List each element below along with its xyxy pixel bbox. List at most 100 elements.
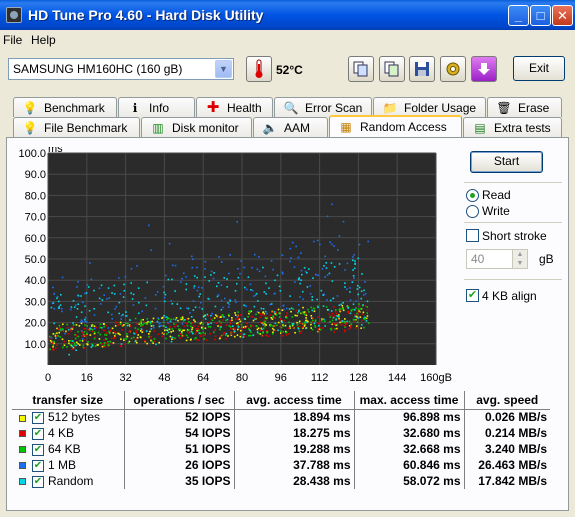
scatter-point (216, 316, 219, 319)
scatter-point (333, 323, 336, 325)
scatter-point (352, 275, 355, 277)
read-radio[interactable] (466, 189, 479, 202)
series-visible-checkbox[interactable]: ✔ (32, 459, 44, 472)
write-radio[interactable] (466, 205, 479, 218)
scatter-point (262, 311, 265, 313)
scatter-point (193, 319, 195, 321)
scatter-point (232, 325, 234, 327)
scatter-point (357, 317, 359, 319)
maximize-button[interactable]: □ (530, 5, 551, 26)
close-button[interactable]: ✕ (552, 5, 573, 26)
scatter-point (86, 325, 89, 327)
scatter-point (93, 331, 96, 333)
scatter-point (126, 322, 129, 325)
save-icon[interactable] (409, 56, 435, 82)
scatter-point (234, 289, 237, 292)
options-gear-icon[interactable] (440, 56, 466, 82)
scatter-point (49, 348, 52, 351)
scatter-point (122, 296, 125, 298)
download-arrow-icon[interactable] (471, 56, 497, 82)
tab-disk-monitor[interactable]: ▥ Disk monitor (141, 117, 252, 137)
scatter-point (354, 308, 356, 311)
exit-button[interactable]: Exit (513, 56, 565, 81)
scatter-point (254, 294, 257, 297)
scatter-point (58, 326, 61, 329)
tab-aam[interactable]: 🔈 AAM (253, 117, 328, 137)
scatter-point (332, 297, 335, 300)
menu-help[interactable]: Help (31, 33, 56, 47)
scatter-point (236, 316, 239, 318)
scatter-point (195, 336, 197, 339)
x-tick-label: 160gB (420, 372, 452, 384)
series-visible-checkbox[interactable]: ✔ (32, 427, 44, 440)
scatter-point (52, 333, 55, 335)
scatter-point (108, 297, 111, 299)
minimize-button[interactable]: _ (508, 5, 529, 26)
scatter-point (48, 335, 51, 338)
scatter-point (70, 306, 73, 308)
scatter-point (181, 323, 184, 325)
scatter-point (350, 324, 352, 327)
drive-select[interactable]: SAMSUNG HM160HC (160 gB) ▼ (8, 58, 234, 80)
scatter-point (305, 314, 308, 317)
scatter-point (98, 338, 101, 340)
short-stroke-checkbox[interactable] (466, 229, 479, 242)
scatter-point (140, 328, 143, 330)
scatter-point (335, 312, 338, 315)
scatter-point (311, 299, 313, 301)
scatter-point (282, 304, 285, 307)
tab-benchmark[interactable]: 💡 Benchmark (13, 97, 117, 117)
tab-error-scan[interactable]: 🔍 Error Scan (274, 97, 372, 117)
scatter-point (79, 339, 81, 342)
scatter-point (240, 260, 243, 262)
scatter-point (140, 324, 142, 327)
scatter-point (143, 322, 145, 325)
chevron-down-icon[interactable]: ▼ (215, 60, 232, 78)
scatter-point (246, 322, 248, 325)
scatter-point (258, 270, 261, 273)
series-visible-checkbox[interactable]: ✔ (32, 412, 44, 425)
scatter-point (173, 323, 175, 325)
short-stroke-value-spinner[interactable]: 40 ▲ ▼ (466, 249, 528, 269)
scatter-point (130, 282, 132, 284)
scatter-point (315, 273, 317, 276)
scatter-point (262, 313, 265, 316)
scatter-point (328, 313, 331, 315)
scatter-point (248, 312, 250, 315)
tab-info[interactable]: ℹ Info (118, 97, 195, 117)
menu-file[interactable]: File (3, 33, 22, 47)
scatter-point (289, 260, 291, 263)
scatter-point (178, 318, 181, 321)
scatter-point (169, 325, 171, 328)
scatter-point (336, 315, 338, 317)
scatter-point (199, 301, 202, 304)
tab-file-benchmark[interactable]: 💡 File Benchmark (13, 117, 140, 137)
scatter-point (358, 305, 361, 308)
scatter-point (81, 335, 83, 337)
tab-folder-usage[interactable]: 📁 Folder Usage (373, 97, 486, 117)
tab-extra-tests[interactable]: ▤ Extra tests (463, 117, 562, 137)
scatter-point (256, 325, 258, 328)
scatter-point (278, 325, 281, 328)
tab-random-access[interactable]: ▦ Random Access (329, 115, 462, 137)
series-visible-checkbox[interactable]: ✔ (32, 475, 44, 488)
copy-all-icon[interactable] (379, 56, 405, 82)
scatter-point (214, 305, 217, 308)
scatter-point (50, 336, 53, 339)
start-button[interactable]: Start (470, 151, 543, 173)
scatter-point (128, 330, 131, 333)
scatter-point (60, 329, 63, 331)
scatter-point (272, 268, 274, 271)
tab-health[interactable]: ✚ Health (196, 97, 273, 117)
scatter-point (291, 316, 294, 318)
scatter-point (233, 335, 236, 338)
tab-erase[interactable]: 🗑 Erase (487, 97, 562, 117)
kb-align-checkbox[interactable]: ✔ (466, 289, 479, 302)
series-visible-checkbox[interactable]: ✔ (32, 443, 44, 456)
scatter-point (289, 324, 291, 327)
copy-text-icon[interactable] (348, 56, 374, 82)
scatter-point (61, 276, 64, 279)
scatter-point (133, 332, 136, 335)
spinner-arrows-icon[interactable]: ▲ ▼ (512, 250, 527, 268)
scatter-point (311, 309, 314, 312)
